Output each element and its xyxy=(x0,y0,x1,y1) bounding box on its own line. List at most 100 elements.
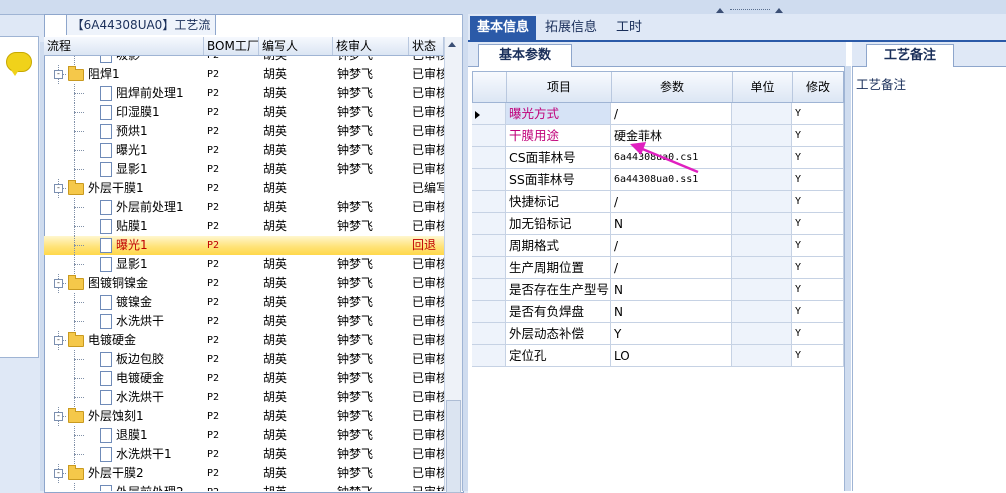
collapse-toggle-icon[interactable]: - xyxy=(54,469,63,478)
row-indicator[interactable] xyxy=(472,125,506,147)
param-value[interactable]: 硬金菲林 xyxy=(611,125,732,147)
row-indicator[interactable] xyxy=(472,147,506,169)
tree-row[interactable]: 电镀硬金 P2 胡英 钟梦飞 已审核 xyxy=(44,369,444,388)
process-tree-scroll-thumb[interactable] xyxy=(446,400,461,493)
param-item[interactable]: 是否有负焊盘 xyxy=(506,301,611,323)
chat-bubble-icon[interactable] xyxy=(6,52,32,76)
param-unit[interactable] xyxy=(732,213,792,235)
param-row[interactable]: 周期格式 / Y xyxy=(472,235,844,257)
param-item[interactable]: 加无铅标记 xyxy=(506,213,611,235)
tree-row[interactable]: 印湿膜1 P2 胡英 钟梦飞 已审核 xyxy=(44,103,444,122)
tab-extended-info[interactable]: 拓展信息 xyxy=(538,16,604,40)
param-unit[interactable] xyxy=(732,345,792,367)
tab-basic-info[interactable]: 基本信息 xyxy=(470,16,537,40)
process-notes-area[interactable] xyxy=(852,67,1006,491)
param-modify[interactable]: Y xyxy=(792,323,844,345)
tree-row[interactable]: 外层前处理2 P2 胡英 钟梦飞 已审核 xyxy=(44,483,444,491)
tree-row[interactable]: - 电镀硬金 P2 胡英 钟梦飞 已审核 xyxy=(44,331,444,350)
tab-basic-params[interactable]: 基本参数 xyxy=(478,44,572,67)
column-header-modify[interactable]: 修改 xyxy=(793,72,843,102)
param-modify[interactable]: Y xyxy=(792,213,844,235)
tree-row[interactable]: 水洗烘干 P2 胡英 钟梦飞 已审核 xyxy=(44,312,444,331)
row-indicator[interactable] xyxy=(472,235,506,257)
param-row[interactable]: 是否存在生产型号 N Y xyxy=(472,279,844,301)
collapse-toggle-icon[interactable]: - xyxy=(54,70,63,79)
tree-row[interactable]: - 外层干膜2 P2 胡英 钟梦飞 已审核 xyxy=(44,464,444,483)
param-row[interactable]: 外层动态补偿 Y Y xyxy=(472,323,844,345)
param-value[interactable]: N xyxy=(611,279,732,301)
params-splitter[interactable] xyxy=(844,66,851,491)
tree-row[interactable]: 吸影 P2 胡英 钟梦飞 已审核 xyxy=(44,56,444,65)
param-modify[interactable]: Y xyxy=(792,345,844,367)
row-indicator[interactable] xyxy=(472,279,506,301)
param-value[interactable]: / xyxy=(611,235,732,257)
param-value[interactable]: N xyxy=(611,213,732,235)
param-unit[interactable] xyxy=(732,191,792,213)
param-item[interactable]: 周期格式 xyxy=(506,235,611,257)
param-value[interactable]: / xyxy=(611,191,732,213)
scroll-up-icon[interactable] xyxy=(448,42,456,47)
param-value[interactable]: / xyxy=(611,257,732,279)
param-row[interactable]: CS面菲林号 6a44308ua0.cs1 Y xyxy=(472,147,844,169)
tree-row[interactable]: 贴膜1 P2 胡英 钟梦飞 已审核 xyxy=(44,217,444,236)
param-value[interactable]: 6a44308ua0.ss1 xyxy=(611,169,732,191)
param-value[interactable]: N xyxy=(611,301,732,323)
param-row[interactable]: 快捷标记 / Y xyxy=(472,191,844,213)
tree-row[interactable]: 显影1 P2 胡英 钟梦飞 已审核 xyxy=(44,255,444,274)
tree-row[interactable]: - 外层干膜1 P2 胡英 已编写 xyxy=(44,179,444,198)
row-indicator[interactable] xyxy=(472,323,506,345)
column-header-author[interactable]: 编写人 xyxy=(259,37,333,55)
param-modify[interactable]: Y xyxy=(792,235,844,257)
param-modify[interactable]: Y xyxy=(792,147,844,169)
param-item[interactable]: 是否存在生产型号 xyxy=(506,279,611,301)
tab-work-hours[interactable]: 工时 xyxy=(609,16,649,40)
param-item[interactable]: 外层动态补偿 xyxy=(506,323,611,345)
param-unit[interactable] xyxy=(732,279,792,301)
param-item[interactable]: CS面菲林号 xyxy=(506,147,611,169)
column-header-bom[interactable]: BOM工厂 xyxy=(204,37,259,55)
param-modify[interactable]: Y xyxy=(792,103,844,125)
param-unit[interactable] xyxy=(732,301,792,323)
top-splitter[interactable] xyxy=(0,0,1006,15)
column-header-unit[interactable]: 单位 xyxy=(733,72,793,102)
param-item[interactable]: 定位孔 xyxy=(506,345,611,367)
param-value[interactable]: Y xyxy=(611,323,732,345)
column-header-process[interactable]: 流程 xyxy=(44,37,204,55)
param-unit[interactable] xyxy=(732,235,792,257)
param-item[interactable]: 干膜用途 xyxy=(506,125,611,147)
row-indicator[interactable] xyxy=(472,257,506,279)
collapse-up-icon[interactable] xyxy=(775,8,783,13)
tree-row[interactable]: 水洗烘干 P2 胡英 钟梦飞 已审核 xyxy=(44,388,444,407)
tree-row[interactable]: 曝光1 P2 胡英 钟梦飞 已审核 xyxy=(44,141,444,160)
param-value[interactable]: 6a44308ua0.cs1 xyxy=(611,147,732,169)
param-unit[interactable] xyxy=(732,147,792,169)
param-modify[interactable]: Y xyxy=(792,191,844,213)
param-row[interactable]: 是否有负焊盘 N Y xyxy=(472,301,844,323)
param-value[interactable]: / xyxy=(611,103,732,125)
param-row[interactable]: 生产周期位置 / Y xyxy=(472,257,844,279)
tree-row[interactable]: - 图镀铜镍金 P2 胡英 钟梦飞 已审核 xyxy=(44,274,444,293)
param-value[interactable]: LO xyxy=(611,345,732,367)
row-indicator[interactable] xyxy=(472,301,506,323)
param-unit[interactable] xyxy=(732,103,792,125)
collapse-toggle-icon[interactable]: - xyxy=(54,336,63,345)
param-unit[interactable] xyxy=(732,125,792,147)
param-row[interactable]: 定位孔 LO Y xyxy=(472,345,844,367)
column-header-status[interactable]: 状态 xyxy=(409,37,444,55)
row-indicator[interactable] xyxy=(472,213,506,235)
collapse-toggle-icon[interactable]: - xyxy=(54,184,63,193)
tree-row[interactable]: - 阻焊1 P2 胡英 钟梦飞 已审核 xyxy=(44,65,444,84)
tree-row[interactable]: 显影1 P2 胡英 钟梦飞 已审核 xyxy=(44,160,444,179)
param-unit[interactable] xyxy=(732,169,792,191)
column-header-param[interactable]: 参数 xyxy=(612,72,733,102)
tree-row[interactable]: 外层前处理1 P2 胡英 钟梦飞 已审核 xyxy=(44,198,444,217)
column-header-reviewer[interactable]: 核审人 xyxy=(333,37,409,55)
tree-row[interactable]: 退膜1 P2 胡英 钟梦飞 已审核 xyxy=(44,426,444,445)
param-row[interactable]: 曝光方式 / Y xyxy=(472,103,844,125)
collapse-up-icon[interactable] xyxy=(716,8,724,13)
param-item[interactable]: 曝光方式 xyxy=(506,103,611,125)
row-indicator[interactable] xyxy=(472,191,506,213)
param-modify[interactable]: Y xyxy=(792,279,844,301)
row-indicator[interactable] xyxy=(472,345,506,367)
tree-row[interactable]: 曝光1 P2 回退 xyxy=(44,236,444,255)
